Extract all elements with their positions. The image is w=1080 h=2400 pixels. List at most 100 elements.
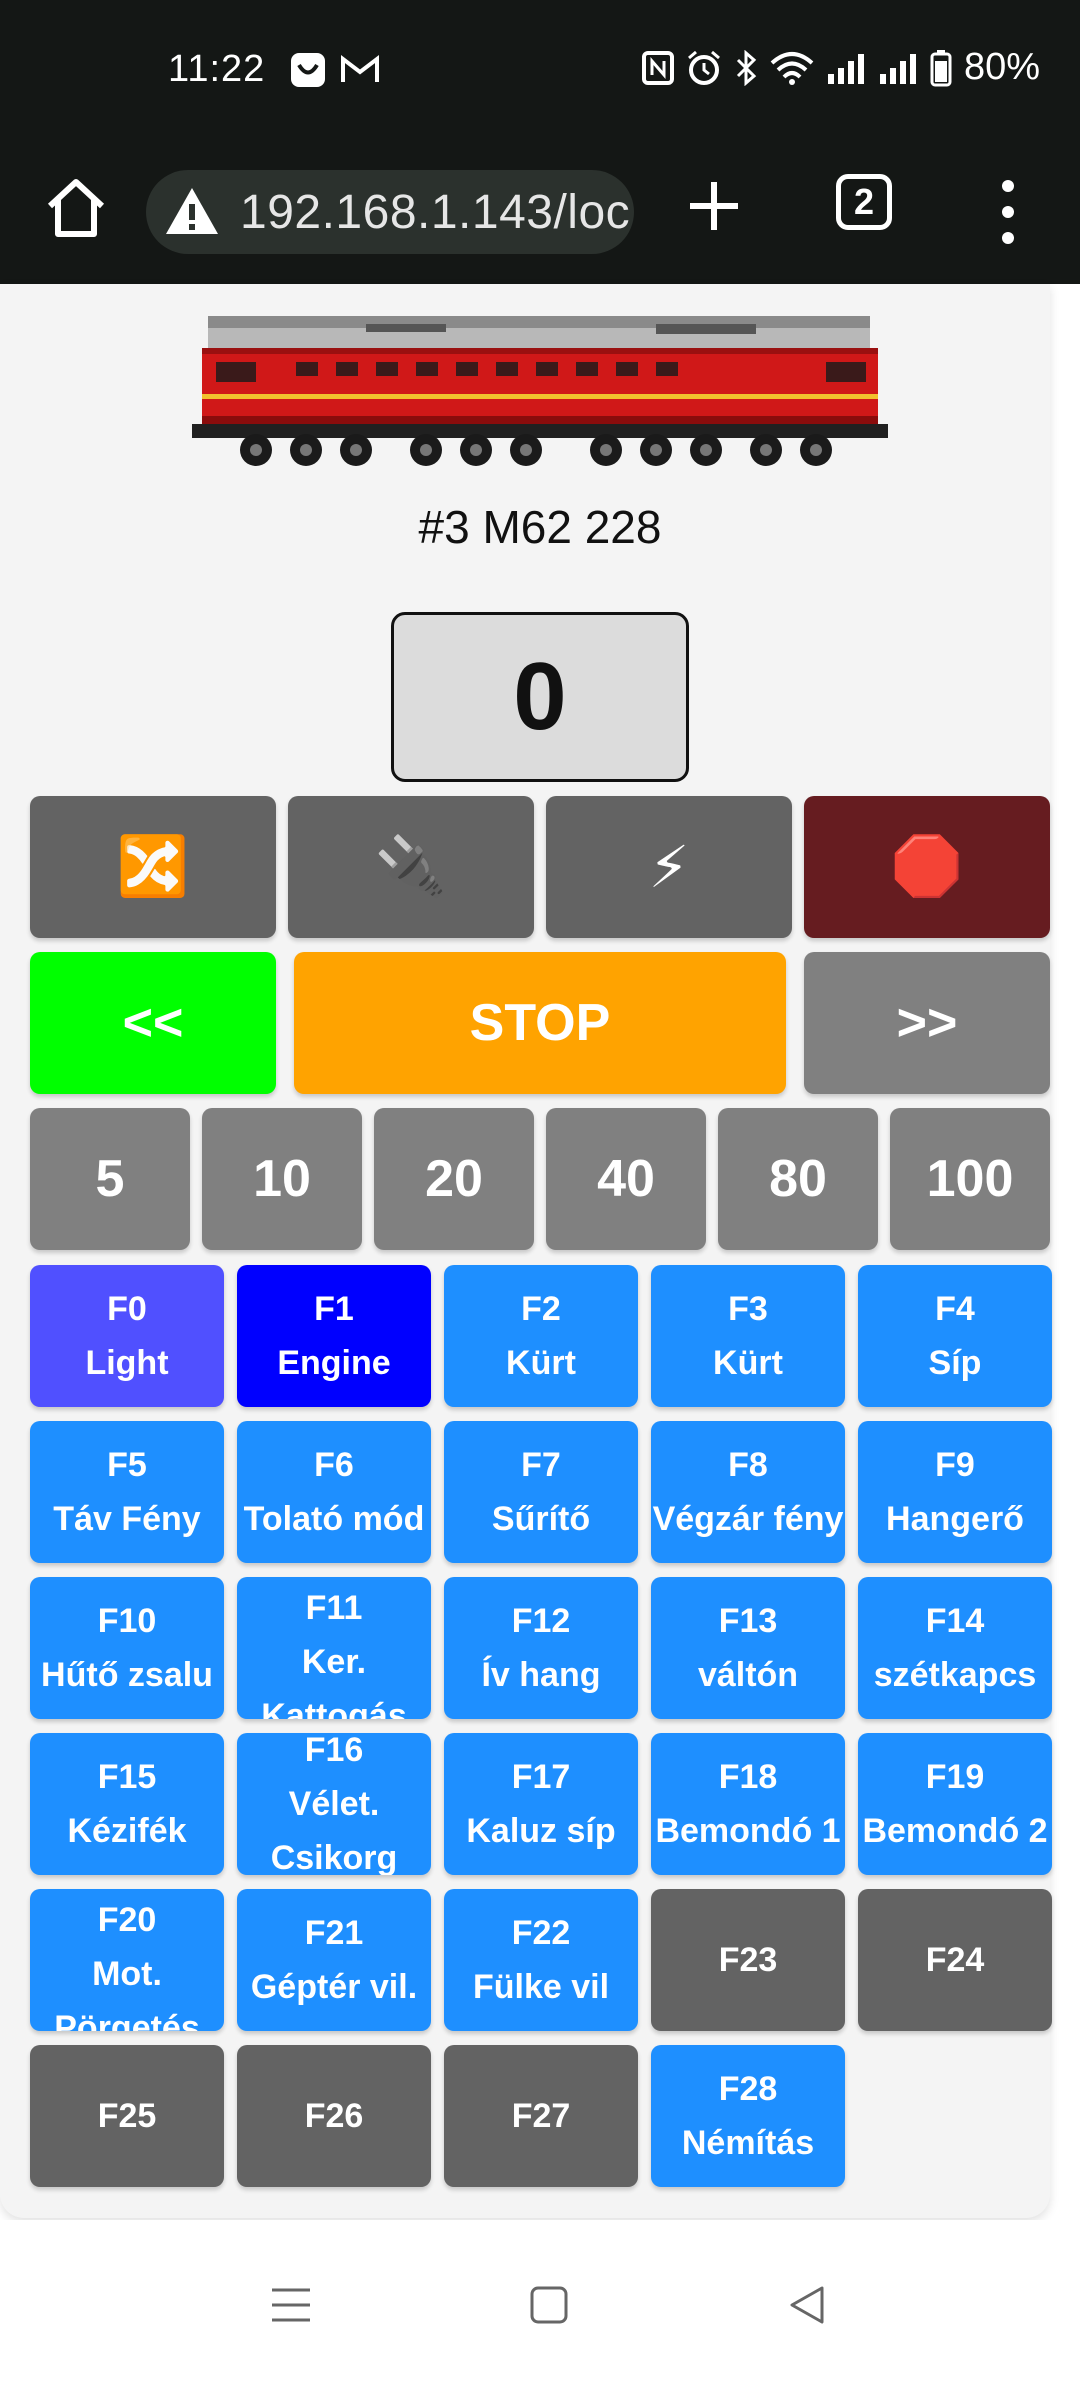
function-button-f7[interactable]: F7 Sűrítő [444, 1421, 638, 1563]
function-button-f14[interactable]: F14 szétkapcs [858, 1577, 1052, 1719]
speed-preset-button[interactable]: 40 [546, 1108, 706, 1250]
function-number: F9 [935, 1446, 975, 1484]
lightning-icon: ⚡ [648, 835, 690, 900]
speed-display: 0 [391, 612, 689, 782]
tab-switcher-button[interactable]: 2 [836, 174, 892, 230]
function-number: F8 [728, 1446, 768, 1484]
speed-preset-button[interactable]: 20 [374, 1108, 534, 1250]
recents-icon[interactable] [266, 2280, 316, 2330]
function-number: F28 [718, 2070, 778, 2108]
address-bar[interactable]: 192.168.1.143/loc [146, 170, 634, 254]
function-number: F26 [304, 2097, 364, 2135]
function-label: Kürt [506, 1344, 576, 1382]
url-text[interactable]: 192.168.1.143/loc [240, 185, 630, 240]
plug-button[interactable]: 🔌 [288, 796, 534, 938]
function-button-f24[interactable]: F24 [858, 1889, 1052, 2031]
reverse-button[interactable]: << [30, 952, 276, 1094]
function-number: F6 [314, 1446, 354, 1484]
function-label: Kaluz síp [466, 1812, 616, 1850]
notification-icons [290, 52, 380, 88]
home-icon[interactable] [524, 2280, 574, 2330]
function-label: Végzár fény [652, 1500, 844, 1538]
function-number: F15 [97, 1758, 157, 1796]
back-icon[interactable] [782, 2280, 832, 2330]
function-label: Tolató mód [243, 1500, 425, 1538]
function-button-f28[interactable]: F28 Némítás [651, 2045, 845, 2187]
function-label: Mot. Pörgetés [54, 1955, 200, 2031]
function-number: F17 [511, 1758, 571, 1796]
function-number: F14 [925, 1602, 985, 1640]
function-number: F12 [511, 1602, 571, 1640]
function-button-f18[interactable]: F18 Bemondó 1 [651, 1733, 845, 1875]
function-button-f9[interactable]: F9 Hangerő [858, 1421, 1052, 1563]
stop-sign-icon: 🛑 [890, 834, 964, 899]
function-number: F27 [511, 2097, 571, 2135]
lightning-button[interactable]: ⚡ [546, 796, 792, 938]
function-button-f21[interactable]: F21 Géptér vil. [237, 1889, 431, 2031]
function-label: Ív hang [481, 1656, 601, 1694]
plug-icon: 🔌 [374, 834, 448, 899]
function-button-f1[interactable]: F1 Engine [237, 1265, 431, 1407]
function-button-f3[interactable]: F3 Kürt [651, 1265, 845, 1407]
function-label: Némítás [681, 2124, 815, 2162]
alarm-icon [687, 50, 720, 85]
function-button-f0[interactable]: F0 Light [30, 1265, 224, 1407]
function-label: Fülke vil [472, 1968, 610, 2006]
function-button-f17[interactable]: F17 Kaluz síp [444, 1733, 638, 1875]
function-button-f6[interactable]: F6 Tolató mód [237, 1421, 431, 1563]
stop-sign-button[interactable]: 🛑 [804, 796, 1050, 938]
shuffle-icon: 🔀 [116, 834, 190, 899]
speed-preset-button[interactable]: 100 [890, 1108, 1050, 1250]
signal-icon [879, 53, 916, 84]
function-label: Kürt [713, 1344, 783, 1382]
function-button-f8[interactable]: F8 Végzár fény [651, 1421, 845, 1563]
battery-icon [930, 49, 952, 86]
function-button-f2[interactable]: F2 Kürt [444, 1265, 638, 1407]
function-button-f12[interactable]: F12 Ív hang [444, 1577, 638, 1719]
function-label: Géptér vil. [250, 1968, 418, 2006]
function-button-f15[interactable]: F15 Kézifék [30, 1733, 224, 1875]
function-button-f26[interactable]: F26 [237, 2045, 431, 2187]
function-button-f25[interactable]: F25 [30, 2045, 224, 2187]
home-icon[interactable] [40, 172, 112, 244]
function-number: F25 [97, 2097, 157, 2135]
stop-button[interactable]: STOP [294, 952, 786, 1094]
function-button-f23[interactable]: F23 [651, 1889, 845, 2031]
function-number: F3 [728, 1290, 768, 1328]
speed-preset-button[interactable]: 5 [30, 1108, 190, 1250]
function-number: F11 [305, 1589, 363, 1627]
forward-button[interactable]: >> [804, 952, 1050, 1094]
throttle-card: #3 M62 228 0 🔀 🔌 ⚡ 🛑 << STOP >> 5 10 20 40 80 100 F0… [0, 284, 1052, 2218]
function-label: szétkapcs [873, 1656, 1037, 1694]
function-number: F19 [925, 1758, 985, 1796]
function-button-f22[interactable]: F22 Fülke vil [444, 1889, 638, 2031]
function-button-f10[interactable]: F10 Hűtő zsalu [30, 1577, 224, 1719]
warning-icon[interactable] [164, 184, 220, 240]
speed-preset-button[interactable]: 80 [718, 1108, 878, 1250]
function-label: Síp [928, 1344, 982, 1382]
gmail-icon [341, 54, 379, 82]
function-button-f19[interactable]: F19 Bemondó 2 [858, 1733, 1052, 1875]
function-number: F22 [511, 1914, 571, 1952]
function-number: F21 [304, 1914, 364, 1952]
function-label: váltón [697, 1656, 799, 1694]
function-button-f5[interactable]: F5 Táv Fény [30, 1421, 224, 1563]
function-number: F10 [97, 1602, 157, 1640]
function-button-f20[interactable]: F20 Mot. Pörgetés [30, 1889, 224, 2031]
function-button-f13[interactable]: F13 váltón [651, 1577, 845, 1719]
function-number: F23 [718, 1941, 778, 1979]
function-label: Sűrítő [491, 1500, 591, 1538]
new-tab-icon[interactable] [684, 176, 744, 236]
nfc-icon [641, 50, 674, 85]
function-button-f16[interactable]: F16 Vélet. Csikorg [237, 1733, 431, 1875]
function-label: Engine [277, 1344, 391, 1382]
function-number: F20 [97, 1901, 157, 1939]
function-label: Hűtő zsalu [41, 1656, 213, 1694]
shuffle-button[interactable]: 🔀 [30, 796, 276, 938]
function-button-f11[interactable]: F11 Ker. Kattogás [237, 1577, 431, 1719]
speed-preset-button[interactable]: 10 [202, 1108, 362, 1250]
function-label: Kézifék [67, 1812, 187, 1850]
function-button-f4[interactable]: F4 Síp [858, 1265, 1052, 1407]
function-button-f27[interactable]: F27 [444, 2045, 638, 2187]
more-menu-icon[interactable] [998, 170, 1018, 254]
